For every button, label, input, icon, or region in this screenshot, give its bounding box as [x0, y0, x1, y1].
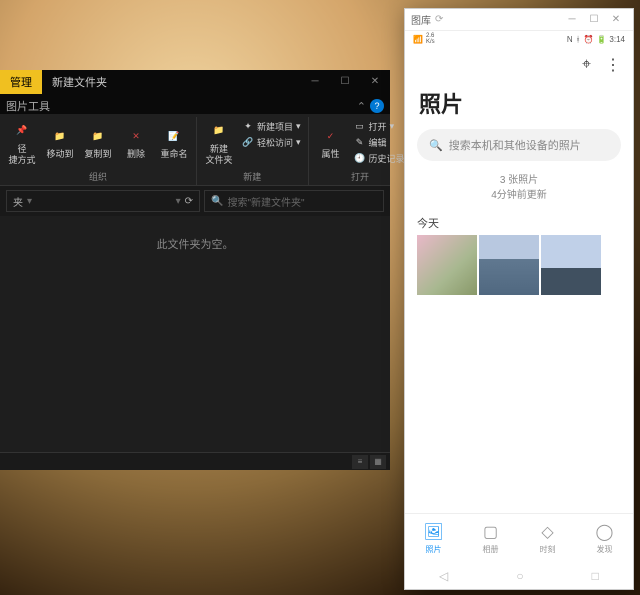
photos-icon: 🖼: [423, 522, 443, 542]
back-button[interactable]: ◁: [439, 569, 448, 583]
sync-icon: ⟳: [435, 14, 443, 25]
location-icon[interactable]: ⌖: [582, 56, 591, 74]
gallery-titlebar: 图库 ⟳ ─ ☐ ✕: [405, 9, 633, 31]
albums-icon: ▢: [483, 522, 498, 542]
section-today: 今天: [405, 211, 633, 295]
address-bar-row: 夹▾ ▾ ⟳ 🔍 搜索"新建文件夹": [0, 186, 390, 216]
gallery-title: 照片: [405, 83, 633, 129]
group-label-new: 新建: [243, 168, 261, 185]
new-folder-button[interactable]: 📁新建 文件夹: [201, 117, 237, 168]
phone-maximize-button[interactable]: ☐: [583, 14, 605, 25]
phone-close-button[interactable]: ✕: [605, 14, 627, 25]
tab-folder-name: 新建文件夹: [42, 70, 117, 94]
rename-button[interactable]: 📝重命名: [156, 117, 192, 168]
explorer-subtab-bar: 图片工具 ⌃ ?: [0, 98, 390, 114]
bluetooth-icon: ᚼ: [576, 35, 581, 44]
more-menu-icon[interactable]: ⋮: [605, 55, 621, 75]
refresh-icon[interactable]: ⟳: [185, 196, 193, 207]
home-button[interactable]: ○: [516, 569, 523, 583]
discover-icon: ◯: [596, 522, 614, 542]
search-icon: 🔍: [429, 139, 443, 152]
phone-status-bar: 📶2.6 K/s Nᚼ⏰🔋3:14: [405, 31, 633, 47]
status-bar: ≡ ▦: [0, 452, 390, 470]
address-bar[interactable]: 夹▾ ▾ ⟳: [6, 190, 200, 212]
group-label-open: 打开: [351, 168, 369, 185]
nav-albums[interactable]: ▢相册: [462, 514, 519, 563]
edit-button[interactable]: ✎编辑: [351, 135, 408, 150]
open-button[interactable]: ▭打开▾: [351, 119, 408, 134]
new-item-button[interactable]: ✦新建项目▾: [239, 119, 304, 134]
help-icon[interactable]: ?: [370, 99, 384, 113]
gallery-meta: 3 张照片 4分钟前更新: [405, 161, 633, 211]
wifi-icon: 📶: [413, 35, 423, 44]
ribbon: 📌径 捷方式 📁移动到 📁复制到 ✕删除 📝重命名 组织 📁新建 文件夹 ✦新建…: [0, 114, 390, 186]
gallery-app-window: 图库 ⟳ ─ ☐ ✕ 📶2.6 K/s Nᚼ⏰🔋3:14 ⌖ ⋮ 照片 🔍 搜索…: [404, 8, 634, 590]
bottom-nav: 🖼照片 ▢相册 ◇时刻 ◯发现: [405, 513, 633, 563]
battery-icon: 🔋: [596, 35, 606, 44]
ribbon-collapse-icon[interactable]: ⌃: [357, 100, 366, 113]
photo-thumbnail[interactable]: [417, 235, 477, 295]
alarm-icon: ⏰: [583, 35, 593, 44]
maximize-button[interactable]: ☐: [330, 70, 360, 92]
recent-button[interactable]: □: [592, 569, 599, 583]
gallery-header: ⌖ ⋮: [405, 47, 633, 83]
search-box[interactable]: 🔍 搜索"新建文件夹": [204, 190, 384, 212]
moments-icon: ◇: [541, 522, 553, 542]
file-explorer-window: 管理 新建文件夹 ─ ☐ ✕ 图片工具 ⌃ ? 📌径 捷方式 📁移动到 📁复制到…: [0, 70, 390, 470]
history-button[interactable]: 🕘历史记录: [351, 151, 408, 166]
nfc-icon: N: [567, 35, 573, 44]
nav-photos[interactable]: 🖼照片: [405, 514, 462, 563]
view-details-icon[interactable]: ≡: [352, 455, 368, 469]
phone-minimize-button[interactable]: ─: [561, 14, 583, 25]
photo-thumbnail[interactable]: [541, 235, 601, 295]
explorer-titlebar: 管理 新建文件夹 ─ ☐ ✕: [0, 70, 390, 98]
tab-manage[interactable]: 管理: [0, 70, 42, 94]
copy-to-button[interactable]: 📁复制到: [80, 117, 116, 168]
minimize-button[interactable]: ─: [300, 70, 330, 92]
search-icon: 🔍: [211, 196, 223, 207]
gallery-search[interactable]: 🔍 搜索本机和其他设备的照片: [417, 129, 621, 161]
phone-screen: 📶2.6 K/s Nᚼ⏰🔋3:14 ⌖ ⋮ 照片 🔍 搜索本机和其他设备的照片 …: [405, 31, 633, 589]
gallery-window-title: 图库: [411, 12, 431, 27]
section-label-today: 今天: [417, 211, 621, 235]
pin-shortcut-button[interactable]: 📌径 捷方式: [4, 117, 40, 168]
delete-button[interactable]: ✕删除: [118, 117, 154, 168]
nav-discover[interactable]: ◯发现: [576, 514, 633, 563]
empty-folder-message: 此文件夹为空。: [157, 236, 234, 252]
view-thumbnails-icon[interactable]: ▦: [370, 455, 386, 469]
subtab-picture-tools[interactable]: 图片工具: [6, 98, 50, 114]
properties-button[interactable]: ✓属性: [313, 117, 349, 168]
photo-thumbnail[interactable]: [479, 235, 539, 295]
group-label-organize: 组织: [89, 168, 107, 185]
android-nav-bar: ◁ ○ □: [405, 563, 633, 589]
easy-access-button[interactable]: 🔗轻松访问▾: [239, 135, 304, 150]
move-to-button[interactable]: 📁移动到: [42, 117, 78, 168]
close-button[interactable]: ✕: [360, 70, 390, 92]
folder-content-area: 此文件夹为空。: [0, 216, 390, 452]
nav-moments[interactable]: ◇时刻: [519, 514, 576, 563]
